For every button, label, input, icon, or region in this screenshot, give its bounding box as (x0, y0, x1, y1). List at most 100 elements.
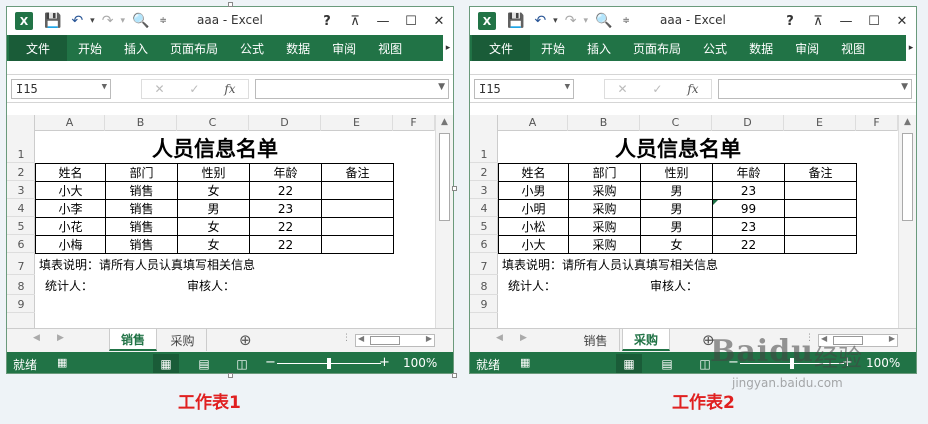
header-cell[interactable]: 性别 (640, 163, 713, 182)
chevron-down-icon[interactable]: ▼ (102, 82, 107, 92)
sheet-title-cell[interactable]: 人员信息名单 (35, 133, 395, 163)
ribbon-tab[interactable]: 视图 (367, 35, 413, 61)
table-cell[interactable]: 小花 (35, 217, 106, 236)
table-cell[interactable]: 女 (177, 181, 250, 200)
review-label-cell[interactable]: 审核人： (183, 275, 283, 295)
normal-view-icon[interactable]: ▦ (153, 354, 179, 373)
select-all-corner[interactable] (7, 115, 35, 131)
zoom-out-icon[interactable]: − (265, 355, 276, 370)
resize-handle[interactable] (452, 186, 457, 191)
table-cell[interactable] (784, 199, 857, 218)
table-cell[interactable] (321, 199, 394, 218)
table-cell[interactable] (784, 181, 857, 200)
row-header[interactable]: 6 (7, 235, 35, 253)
column-header[interactable]: B (568, 115, 640, 131)
expand-formula-icon[interactable]: ▼ (901, 82, 908, 92)
redo-icon[interactable]: ↷ (97, 7, 119, 35)
table-cell[interactable]: 男 (640, 217, 713, 236)
column-header[interactable]: F (856, 115, 898, 131)
row-header[interactable]: 1 (7, 131, 35, 163)
ribbon-tab[interactable]: 审阅 (784, 35, 830, 61)
ribbon-display-icon[interactable]: ⊼ (341, 7, 369, 35)
expand-formula-icon[interactable]: ▼ (438, 82, 445, 92)
table-cell[interactable]: 女 (177, 217, 250, 236)
help-icon[interactable]: ? (313, 7, 341, 35)
stat-label-cell[interactable]: 统计人： (41, 275, 141, 295)
next-sheet-icon[interactable]: ▶ (57, 333, 64, 343)
table-cell[interactable]: 销售 (105, 235, 178, 254)
row-header[interactable]: 1 (470, 131, 498, 163)
page-break-view-icon[interactable]: ◫ (229, 354, 255, 373)
customize-toolbar-icon[interactable]: ≑ (617, 7, 635, 35)
table-cell[interactable] (321, 235, 394, 254)
undo-icon[interactable]: ↶ (66, 7, 88, 35)
enter-icon[interactable]: ✓ (189, 82, 199, 96)
header-cell[interactable]: 部门 (105, 163, 178, 182)
ribbon-tab[interactable]: 插入 (576, 35, 622, 61)
resize-handle[interactable] (228, 2, 233, 7)
column-header[interactable]: E (321, 115, 393, 131)
horizontal-scrollbar[interactable]: ◀ ▶ (355, 334, 435, 347)
ribbon-tab-file[interactable]: 文件 (9, 35, 67, 61)
next-sheet-icon[interactable]: ▶ (520, 333, 527, 343)
sheet-tab[interactable]: 采购 (622, 329, 670, 351)
note-cell[interactable]: 填表说明：请所有人员认真填写相关信息 (35, 253, 395, 275)
header-cell[interactable]: 姓名 (498, 163, 569, 182)
scroll-right-icon[interactable]: ▶ (426, 334, 432, 343)
undo-dropdown-icon[interactable]: ▾ (551, 7, 560, 35)
scroll-up-icon[interactable]: ▲ (436, 117, 453, 127)
cancel-icon[interactable]: ✕ (617, 82, 627, 96)
formula-input[interactable]: ▼ (718, 79, 912, 99)
resize-handle[interactable] (452, 373, 457, 378)
insert-function-icon[interactable]: fx (687, 82, 698, 96)
help-icon[interactable]: ? (776, 7, 804, 35)
table-cell[interactable]: 小大 (35, 181, 106, 200)
redo-icon[interactable]: ↷ (560, 7, 582, 35)
table-cell[interactable]: 22 (249, 235, 322, 254)
macro-record-icon[interactable]: ▦ (520, 356, 530, 369)
save-icon[interactable]: 💾 (39, 7, 66, 35)
row-header[interactable]: 9 (470, 295, 498, 313)
chevron-down-icon[interactable]: ▼ (565, 82, 570, 92)
redo-dropdown-icon[interactable]: ▾ (118, 7, 127, 35)
ribbon-tab[interactable]: 数据 (275, 35, 321, 61)
page-layout-view-icon[interactable]: ▤ (654, 354, 680, 373)
stat-label-cell[interactable]: 统计人： (504, 275, 604, 295)
print-preview-icon[interactable]: 🔍 (590, 7, 617, 35)
column-header[interactable]: D (249, 115, 321, 131)
vertical-scrollbar[interactable]: ▲ (898, 115, 916, 328)
insert-function-icon[interactable]: fx (224, 82, 235, 96)
ribbon-tab[interactable]: 公式 (229, 35, 275, 61)
table-cell[interactable]: 采购 (568, 217, 641, 236)
tab-options-icon[interactable]: ⋮ (342, 333, 351, 343)
table-cell[interactable]: 小男 (498, 181, 569, 200)
sheet-tab[interactable]: 采购 (159, 329, 207, 351)
ribbon-scroll-right-icon[interactable]: ▸ (906, 35, 916, 61)
column-header[interactable]: A (498, 115, 568, 131)
table-cell[interactable] (784, 235, 857, 254)
redo-dropdown-icon[interactable]: ▾ (581, 7, 590, 35)
table-cell[interactable]: 小梅 (35, 235, 106, 254)
print-preview-icon[interactable]: 🔍 (127, 7, 154, 35)
hscroll-thumb[interactable] (370, 336, 400, 345)
select-all-corner[interactable] (470, 115, 498, 131)
row-header[interactable]: 2 (7, 163, 35, 181)
name-box[interactable]: I15 ▼ (474, 79, 574, 99)
table-cell[interactable]: 采购 (568, 235, 641, 254)
scroll-up-icon[interactable]: ▲ (899, 117, 916, 127)
row-header[interactable]: 9 (7, 295, 35, 313)
scroll-thumb[interactable] (439, 133, 450, 221)
column-header[interactable]: C (177, 115, 249, 131)
ribbon-scroll-right-icon[interactable]: ▸ (443, 35, 453, 61)
ribbon-tab-file[interactable]: 文件 (472, 35, 530, 61)
column-header[interactable]: E (784, 115, 856, 131)
table-cell[interactable] (321, 181, 394, 200)
header-cell[interactable]: 年龄 (712, 163, 785, 182)
table-cell[interactable]: 男 (640, 181, 713, 200)
normal-view-icon[interactable]: ▦ (616, 354, 642, 373)
zoom-slider-knob[interactable] (327, 358, 331, 369)
row-header[interactable]: 8 (470, 275, 498, 295)
row-header[interactable]: 5 (470, 217, 498, 235)
row-header[interactable]: 5 (7, 217, 35, 235)
table-cell[interactable]: 小松 (498, 217, 569, 236)
